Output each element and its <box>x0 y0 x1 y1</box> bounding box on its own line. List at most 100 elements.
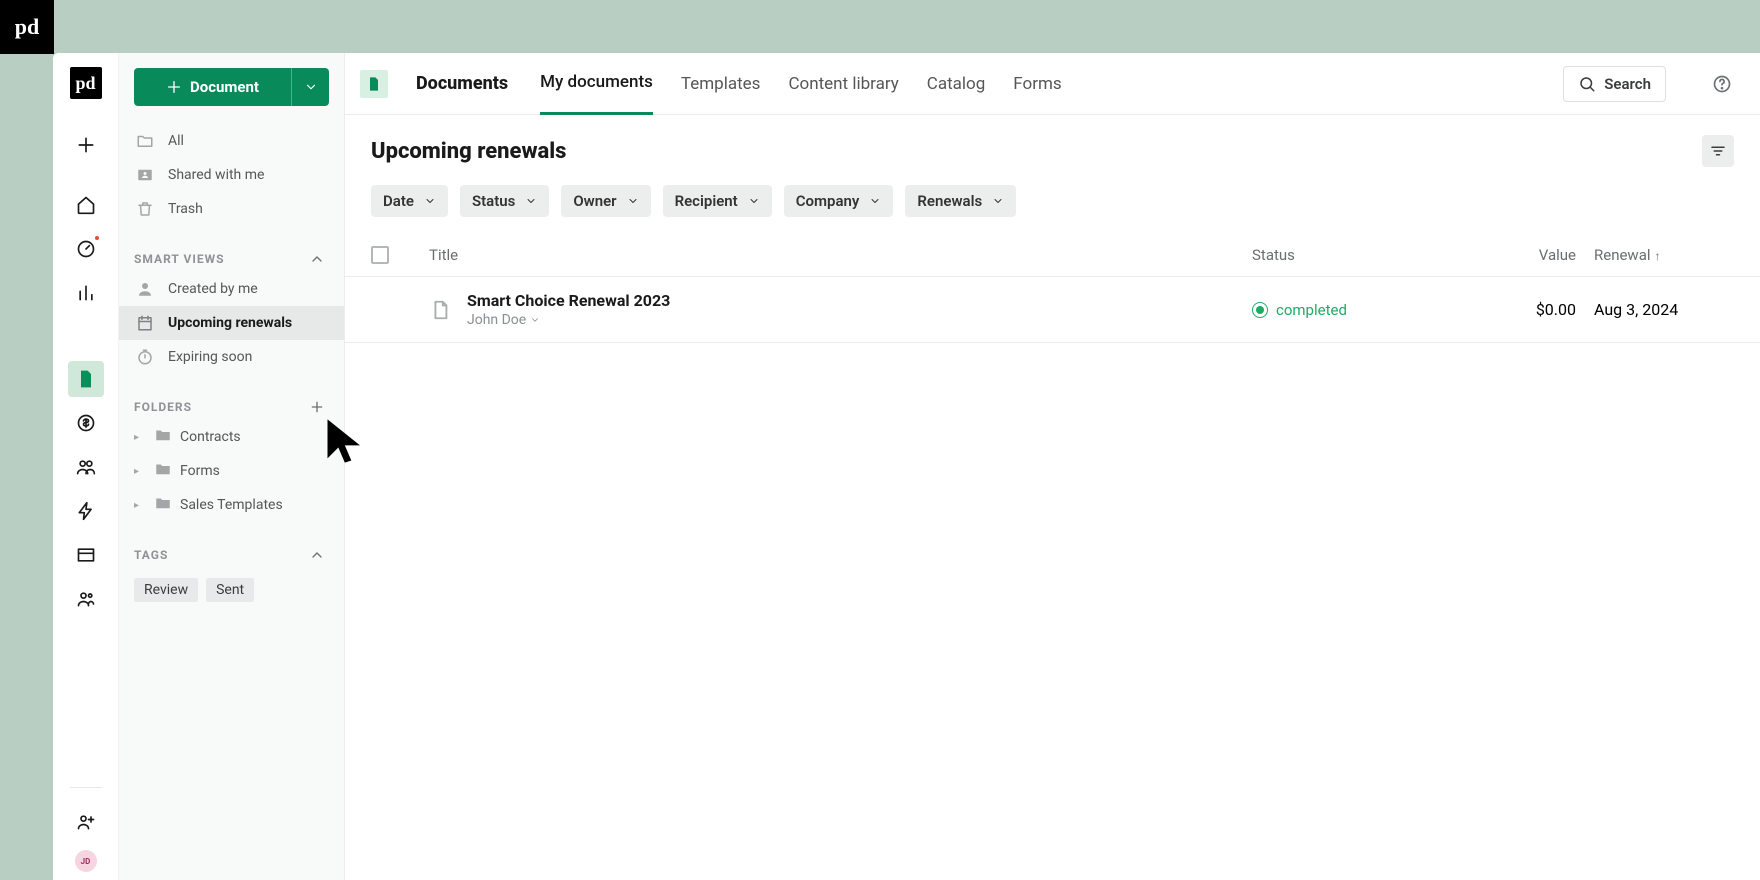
filter-renewals[interactable]: Renewals <box>905 185 1016 217</box>
main-panel: Documents My documents Templates Content… <box>345 53 1760 880</box>
smart-view-upcoming-renewals[interactable]: Upcoming renewals <box>119 306 344 340</box>
rail-automations[interactable] <box>68 493 104 529</box>
tab-templates[interactable]: Templates <box>681 53 761 115</box>
dollar-icon <box>76 413 96 433</box>
document-icon <box>366 76 382 92</box>
sidebar-item-label: Trash <box>168 201 203 217</box>
chip-label: Recipient <box>675 192 738 210</box>
tab-catalog[interactable]: Catalog <box>927 53 986 115</box>
status-dot-icon <box>1252 302 1268 318</box>
nav-rail: pd <box>53 53 119 880</box>
app-frame: pd <box>53 53 1760 880</box>
smart-view-created-by-me[interactable]: Created by me <box>119 272 344 306</box>
add-folder-button[interactable] <box>305 395 329 419</box>
outer-brand-mark: pd <box>15 14 39 40</box>
filter-owner[interactable]: Owner <box>561 185 650 217</box>
section-label: TAGS <box>134 548 168 562</box>
sidebar-item-all[interactable]: All <box>119 124 344 158</box>
calendar-icon <box>134 312 156 334</box>
folder-outline-icon <box>134 130 156 152</box>
col-label: Renewal <box>1594 246 1651 264</box>
chevron-down-icon <box>304 80 318 94</box>
sidebar-item-shared[interactable]: Shared with me <box>119 158 344 192</box>
brand-icon <box>360 70 388 98</box>
folder-label: Sales Templates <box>180 497 283 513</box>
tab-content-library[interactable]: Content library <box>788 53 898 115</box>
new-document-dropdown[interactable] <box>291 68 329 106</box>
bar-chart-icon <box>76 283 96 303</box>
user-avatar[interactable]: JD <box>75 850 97 872</box>
table-row[interactable]: Smart Choice Renewal 2023 John Doe compl… <box>345 277 1760 343</box>
search-icon <box>1578 75 1596 93</box>
search-button[interactable]: Search <box>1563 66 1666 102</box>
secondary-sidebar: Document All Shared with me Trash SMART … <box>119 53 345 880</box>
smart-view-expiring-soon[interactable]: Expiring soon <box>119 340 344 374</box>
rail-home[interactable] <box>68 187 104 223</box>
rail-payments[interactable] <box>68 405 104 441</box>
rail-activity[interactable] <box>68 231 104 267</box>
folder-icon <box>154 494 172 516</box>
chip-label: Date <box>383 192 414 210</box>
tags-header: TAGS <box>119 542 344 568</box>
row-title: Smart Choice Renewal 2023 <box>467 291 670 310</box>
chevron-down-icon <box>869 195 881 207</box>
row-author[interactable]: John Doe <box>467 312 670 328</box>
tab-my-documents[interactable]: My documents <box>540 53 653 115</box>
section-label: FOLDERS <box>134 400 192 414</box>
new-button[interactable] <box>68 127 104 163</box>
chip-label: Renewals <box>917 192 982 210</box>
people-icon <box>76 457 96 477</box>
top-nav: Documents My documents Templates Content… <box>345 53 1760 115</box>
rail-contacts[interactable] <box>68 449 104 485</box>
folder-contracts[interactable]: ▸ Contracts <box>119 420 344 454</box>
filter-date[interactable]: Date <box>371 185 448 217</box>
help-button[interactable] <box>1708 70 1736 98</box>
col-header-status[interactable]: Status <box>1252 246 1510 264</box>
library-icon <box>76 545 96 565</box>
search-label: Search <box>1604 75 1651 93</box>
rail-logo[interactable]: pd <box>70 67 102 99</box>
folders-header: FOLDERS <box>119 394 344 420</box>
filter-status[interactable]: Status <box>460 185 549 217</box>
new-document-button[interactable]: Document <box>134 68 291 106</box>
collapse-smart-views[interactable] <box>305 247 329 271</box>
chip-label: Status <box>472 192 515 210</box>
col-header-title[interactable]: Title <box>429 246 1252 264</box>
rail-divider <box>70 787 102 788</box>
folder-sales-templates[interactable]: ▸ Sales Templates <box>119 488 344 522</box>
rail-team[interactable] <box>68 581 104 617</box>
filter-company[interactable]: Company <box>784 185 894 217</box>
filter-chip-row: Date Status Owner Recipient Company Rene… <box>345 167 1760 217</box>
col-header-renewal[interactable]: Renewal↑ <box>1594 246 1734 264</box>
tab-forms[interactable]: Forms <box>1013 53 1061 115</box>
folder-label: Forms <box>180 463 220 479</box>
sidebar-item-label: Created by me <box>168 281 258 297</box>
document-icon <box>76 369 96 389</box>
person-icon <box>134 278 156 300</box>
shared-icon <box>134 164 156 186</box>
timer-icon <box>134 346 156 368</box>
rail-reports[interactable] <box>68 275 104 311</box>
author-name: John Doe <box>467 312 526 328</box>
collapse-tags[interactable] <box>305 543 329 567</box>
select-all-checkbox[interactable] <box>371 246 389 264</box>
team-icon <box>76 589 96 609</box>
document-icon <box>429 299 451 321</box>
tag-sent[interactable]: Sent <box>206 578 254 602</box>
rail-invite[interactable] <box>68 804 104 840</box>
col-header-value[interactable]: Value <box>1510 246 1594 264</box>
chevron-down-icon <box>525 195 537 207</box>
tag-review[interactable]: Review <box>134 578 198 602</box>
filter-toggle-button[interactable] <box>1702 135 1734 167</box>
smart-views-header: SMART VIEWS <box>119 246 344 272</box>
status-badge: completed <box>1252 301 1510 319</box>
rail-library[interactable] <box>68 537 104 573</box>
filter-recipient[interactable]: Recipient <box>663 185 772 217</box>
sidebar-item-label: Expiring soon <box>168 349 252 365</box>
sidebar-item-label: Shared with me <box>168 167 264 183</box>
sidebar-item-trash[interactable]: Trash <box>119 192 344 226</box>
trash-icon <box>134 198 156 220</box>
folder-label: Contracts <box>180 429 241 445</box>
rail-documents[interactable] <box>68 361 104 397</box>
folder-forms[interactable]: ▸ Forms <box>119 454 344 488</box>
